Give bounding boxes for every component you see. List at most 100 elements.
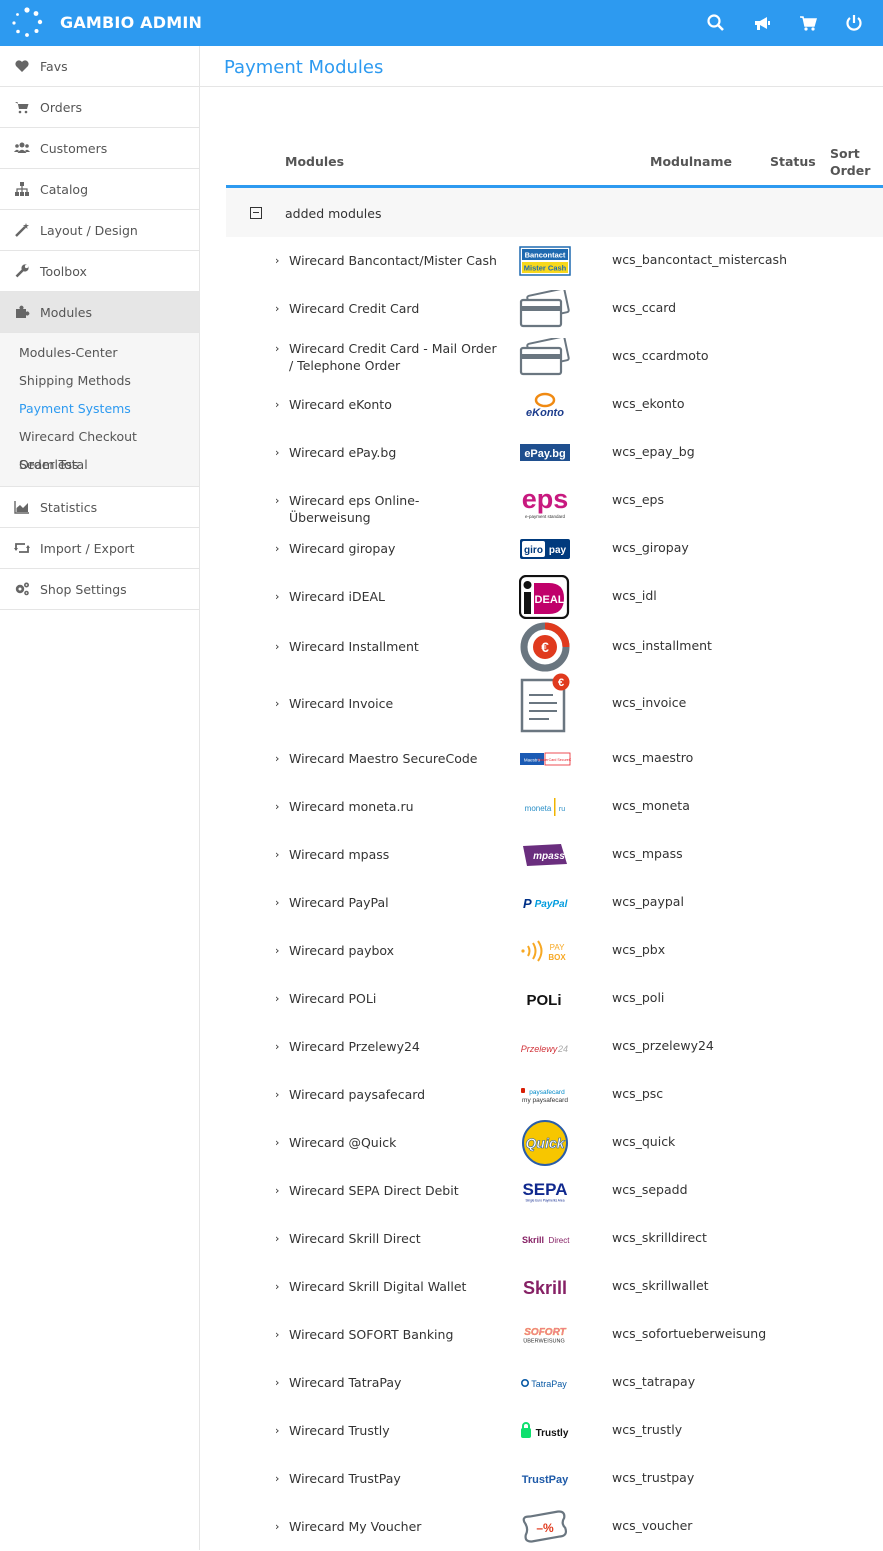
module-name[interactable]: Wirecard @Quick xyxy=(289,1134,499,1151)
sidebar-item-catalog[interactable]: Catalog xyxy=(0,169,199,210)
submenu-order-total[interactable]: Order Total xyxy=(0,451,199,479)
module-row[interactable]: › Wirecard Przelewy24 Przelewy 24 wcs_przele… xyxy=(226,1023,883,1071)
module-name[interactable]: Wirecard ePay.bg xyxy=(289,444,499,461)
expand-chevron-icon[interactable]: › xyxy=(275,1184,279,1197)
power-icon[interactable] xyxy=(843,12,865,34)
group-row-added-modules[interactable]: added modules xyxy=(226,188,883,237)
module-name[interactable]: Wirecard Przelewy24 xyxy=(289,1038,499,1055)
module-row[interactable]: › Wirecard My Voucher –% wcs_voucher xyxy=(226,1503,883,1551)
expand-chevron-icon[interactable]: › xyxy=(275,494,279,507)
module-name[interactable]: Wirecard paysafecard xyxy=(289,1086,499,1103)
expand-chevron-icon[interactable]: › xyxy=(275,1424,279,1437)
brand-title[interactable]: GAMBIO ADMIN xyxy=(60,13,202,32)
expand-chevron-icon[interactable]: › xyxy=(275,1136,279,1149)
module-row[interactable]: › Wirecard iDEAL iDEAL wcs_idl xyxy=(226,573,883,621)
sidebar-item-shop-settings[interactable]: Shop Settings xyxy=(0,569,199,610)
module-row[interactable]: › Wirecard mpass mpass wcs_mpass xyxy=(226,831,883,879)
module-row[interactable]: › Wirecard PayPal P PayPal wcs_paypal xyxy=(226,879,883,927)
submenu-shipping-methods[interactable]: Shipping Methods xyxy=(0,367,199,395)
module-row[interactable]: › Wirecard ePay.bg ePay.bg wcs_epay_bg xyxy=(226,429,883,477)
module-row[interactable]: › Wirecard SOFORT Banking SOFORT ÜBERWEISUN… xyxy=(226,1311,883,1359)
module-name[interactable]: Wirecard PayPal xyxy=(289,894,499,911)
expand-chevron-icon[interactable]: › xyxy=(275,640,279,653)
cart-icon[interactable] xyxy=(797,12,819,34)
module-name[interactable]: Wirecard Skrill Direct xyxy=(289,1230,499,1247)
sidebar-item-favs[interactable]: Favs xyxy=(0,46,199,87)
module-row[interactable]: › Wirecard Maestro SecureCode Maestro Maste… xyxy=(226,735,883,783)
module-name[interactable]: Wirecard Maestro SecureCode xyxy=(289,750,499,767)
module-name[interactable]: Wirecard Skrill Digital Wallet xyxy=(289,1278,499,1295)
module-row[interactable]: › Wirecard Credit Card - Mail Order / Tel… xyxy=(226,333,883,381)
sidebar-item-customers[interactable]: Customers xyxy=(0,128,199,169)
module-name[interactable]: Wirecard TatraPay xyxy=(289,1374,499,1391)
expand-chevron-icon[interactable]: › xyxy=(275,254,279,267)
module-row[interactable]: › Wirecard TatraPay TatraPay wcs_tatrapay xyxy=(226,1359,883,1407)
module-name[interactable]: Wirecard paybox xyxy=(289,942,499,959)
expand-chevron-icon[interactable]: › xyxy=(275,342,279,355)
module-name[interactable]: Wirecard giropay xyxy=(289,540,499,557)
expand-chevron-icon[interactable]: › xyxy=(275,590,279,603)
expand-chevron-icon[interactable]: › xyxy=(275,1328,279,1341)
module-row[interactable]: › Wirecard Invoice € wcs_invoice xyxy=(226,672,883,735)
module-name[interactable]: Wirecard Credit Card - Mail Order / Tele… xyxy=(289,340,499,374)
module-row[interactable]: › Wirecard Skrill Digital Wallet Skrill wcs… xyxy=(226,1263,883,1311)
expand-chevron-icon[interactable]: › xyxy=(275,1232,279,1245)
collapse-icon[interactable] xyxy=(250,207,262,219)
expand-chevron-icon[interactable]: › xyxy=(275,992,279,1005)
expand-chevron-icon[interactable]: › xyxy=(275,398,279,411)
expand-chevron-icon[interactable]: › xyxy=(275,446,279,459)
column-header-status[interactable]: Status xyxy=(770,154,816,169)
module-row[interactable]: › Wirecard SEPA Direct Debit SEPA Single Eu… xyxy=(226,1167,883,1215)
module-name[interactable]: Wirecard mpass xyxy=(289,846,499,863)
module-row[interactable]: › Wirecard POLi POLi wcs_poli xyxy=(226,975,883,1023)
column-header-sort-order[interactable]: Sort Order xyxy=(830,145,880,179)
sidebar-item-modules[interactable]: Modules xyxy=(0,292,199,333)
module-name[interactable]: Wirecard moneta.ru xyxy=(289,798,499,815)
module-row[interactable]: › Wirecard Bancontact/Mister Cash Banconta… xyxy=(226,237,883,285)
sidebar-item-toolbox[interactable]: Toolbox xyxy=(0,251,199,292)
submenu-wirecard-checkout-seamless[interactable]: Wirecard Checkout Seamless xyxy=(0,423,199,472)
module-name[interactable]: Wirecard eps Online-Überweisung xyxy=(289,492,499,526)
expand-chevron-icon[interactable]: › xyxy=(275,896,279,909)
module-row[interactable]: › Wirecard Skrill Direct Skrill Direct wcs_s… xyxy=(226,1215,883,1263)
module-name[interactable]: Wirecard Installment xyxy=(289,638,499,655)
expand-chevron-icon[interactable]: › xyxy=(275,752,279,765)
expand-chevron-icon[interactable]: › xyxy=(275,1472,279,1485)
expand-chevron-icon[interactable]: › xyxy=(275,697,279,710)
expand-chevron-icon[interactable]: › xyxy=(275,848,279,861)
module-row[interactable]: › Wirecard moneta.ru moneta ru wcs_moneta xyxy=(226,783,883,831)
expand-chevron-icon[interactable]: › xyxy=(275,542,279,555)
expand-chevron-icon[interactable]: › xyxy=(275,1088,279,1101)
sidebar-item-orders[interactable]: Orders xyxy=(0,87,199,128)
module-row[interactable]: › Wirecard Credit Card wcs_ccard xyxy=(226,285,883,333)
module-name[interactable]: Wirecard SOFORT Banking xyxy=(289,1326,499,1343)
module-name[interactable]: Wirecard iDEAL xyxy=(289,588,499,605)
module-name[interactable]: Wirecard Invoice xyxy=(289,695,499,712)
expand-chevron-icon[interactable]: › xyxy=(275,1520,279,1533)
sidebar-item-import-export[interactable]: Import / Export xyxy=(0,528,199,569)
module-row[interactable]: › Wirecard giropay giro pay wcs_giropay xyxy=(226,525,883,573)
module-name[interactable]: Wirecard My Voucher xyxy=(289,1518,499,1535)
module-row[interactable]: › Wirecard Trustly Trustly wcs_trustly xyxy=(226,1407,883,1455)
expand-chevron-icon[interactable]: › xyxy=(275,1040,279,1053)
module-row[interactable]: › Wirecard eps Online-Überweisung eps e-pay… xyxy=(226,477,883,525)
expand-chevron-icon[interactable]: › xyxy=(275,302,279,315)
megaphone-icon[interactable] xyxy=(751,12,773,34)
sidebar-item-statistics[interactable]: Statistics xyxy=(0,487,199,528)
module-row[interactable]: › Wirecard eKonto eKonto wcs_ekonto xyxy=(226,381,883,429)
module-row[interactable]: › Wirecard paysafecard paysafecard my paysa… xyxy=(226,1071,883,1119)
gambio-logo-icon[interactable] xyxy=(10,6,44,40)
search-icon[interactable] xyxy=(705,12,727,34)
module-name[interactable]: Wirecard Trustly xyxy=(289,1422,499,1439)
sidebar-item-layout-design[interactable]: Layout / Design xyxy=(0,210,199,251)
module-row[interactable]: › Wirecard TrustPay TrustPay wcs_trustpay xyxy=(226,1455,883,1503)
module-name[interactable]: Wirecard Bancontact/Mister Cash xyxy=(289,252,499,269)
module-name[interactable]: Wirecard SEPA Direct Debit xyxy=(289,1182,499,1199)
expand-chevron-icon[interactable]: › xyxy=(275,944,279,957)
module-row[interactable]: › Wirecard @Quick Quick wcs_quick xyxy=(226,1119,883,1167)
expand-chevron-icon[interactable]: › xyxy=(275,1280,279,1293)
submenu-payment-systems[interactable]: Payment Systems xyxy=(0,395,199,423)
column-header-modules[interactable]: Modules xyxy=(285,154,344,169)
module-name[interactable]: Wirecard TrustPay xyxy=(289,1470,499,1487)
module-row[interactable]: › Wirecard paybox PAY BOX wcs_pbx xyxy=(226,927,883,975)
